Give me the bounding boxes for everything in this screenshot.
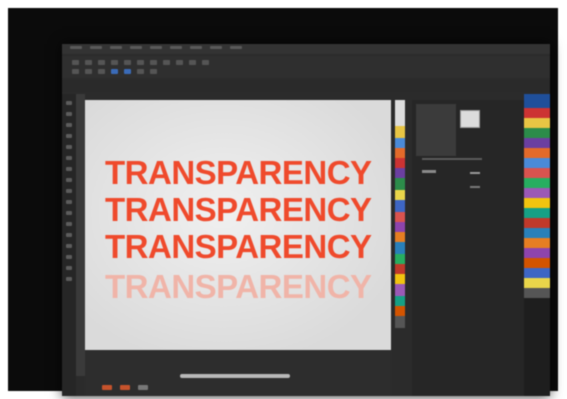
redo-icon[interactable] [137,60,144,65]
export-icon[interactable] [163,60,170,65]
zoom-icon[interactable] [176,60,183,65]
horizontal-scrollbar[interactable] [180,374,290,378]
save-icon[interactable] [98,60,105,65]
transparency-text-1[interactable]: TRANSPARENCY [105,156,385,189]
tool-icon[interactable] [72,69,79,74]
menu-item[interactable] [90,46,102,49]
parallel-dimension-tool-icon[interactable] [66,211,72,215]
docker-label [422,170,436,173]
tool-icon[interactable] [137,69,144,74]
object-thumbnail-icon[interactable] [460,110,480,128]
menu-item[interactable] [230,46,242,49]
transparency-text-faded[interactable]: TRANSPARENCY [105,270,385,303]
shape-tool-icon[interactable] [66,112,72,116]
crop-tool-icon[interactable] [66,123,72,127]
docker-value [470,186,480,188]
outline-color-swatch[interactable] [120,385,130,390]
zoom-tool-icon[interactable] [66,134,72,138]
menu-bar[interactable] [62,44,550,54]
vertical-ruler [76,94,85,376]
artistic-media-tool-icon[interactable] [66,156,72,160]
drawing-canvas[interactable]: TRANSPARENCY TRANSPARENCY TRANSPARENCY T… [85,100,391,350]
docker-header [416,104,456,156]
fill-color-swatch[interactable] [102,385,112,390]
properties-docker [412,100,524,396]
outline-tool-icon[interactable] [66,277,72,281]
tool-icon[interactable] [98,69,105,74]
transparency-tool-icon[interactable] [66,244,72,248]
tool-icon[interactable] [150,69,157,74]
toolbox [62,94,76,396]
undo-icon[interactable] [124,60,131,65]
tool-icon[interactable] [85,69,92,74]
pick-tool-icon[interactable] [66,101,72,105]
menu-item[interactable] [210,46,222,49]
docker-divider [422,158,482,160]
menu-item[interactable] [110,46,122,49]
status-bar [102,385,148,390]
ellipse-tool-icon[interactable] [66,178,72,182]
menu-item[interactable] [70,46,82,49]
status-indicator [138,385,148,390]
options-icon[interactable] [202,60,209,65]
docker-value [470,172,480,174]
menu-item[interactable] [190,46,202,49]
transparency-text-3[interactable]: TRANSPARENCY [105,230,385,263]
snap-icon[interactable] [189,60,196,65]
new-document-icon[interactable] [72,60,79,65]
connector-tool-icon[interactable] [66,222,72,226]
import-icon[interactable] [150,60,157,65]
polygon-tool-icon[interactable] [66,189,72,193]
menu-item[interactable] [150,46,162,49]
print-icon[interactable] [111,60,118,65]
menu-item[interactable] [130,46,142,49]
selected-tool-icon[interactable] [124,69,131,74]
freehand-tool-icon[interactable] [66,145,72,149]
standard-toolbar [62,56,550,78]
photo-background: TRANSPARENCY TRANSPARENCY TRANSPARENCY T… [8,8,558,396]
app-window: TRANSPARENCY TRANSPARENCY TRANSPARENCY T… [62,44,550,396]
rectangle-tool-icon[interactable] [66,167,72,171]
blend-tool-icon[interactable] [66,233,72,237]
selected-tool-icon[interactable] [111,69,118,74]
transparency-text-2[interactable]: TRANSPARENCY [105,193,385,226]
document-palette[interactable] [395,100,405,328]
color-palette-strip[interactable] [524,94,550,396]
fill-tool-icon[interactable] [66,266,72,270]
property-bar[interactable] [62,80,550,92]
menu-item[interactable] [170,46,182,49]
eyedropper-tool-icon[interactable] [66,255,72,259]
text-tool-icon[interactable] [66,200,72,204]
open-icon[interactable] [85,60,92,65]
